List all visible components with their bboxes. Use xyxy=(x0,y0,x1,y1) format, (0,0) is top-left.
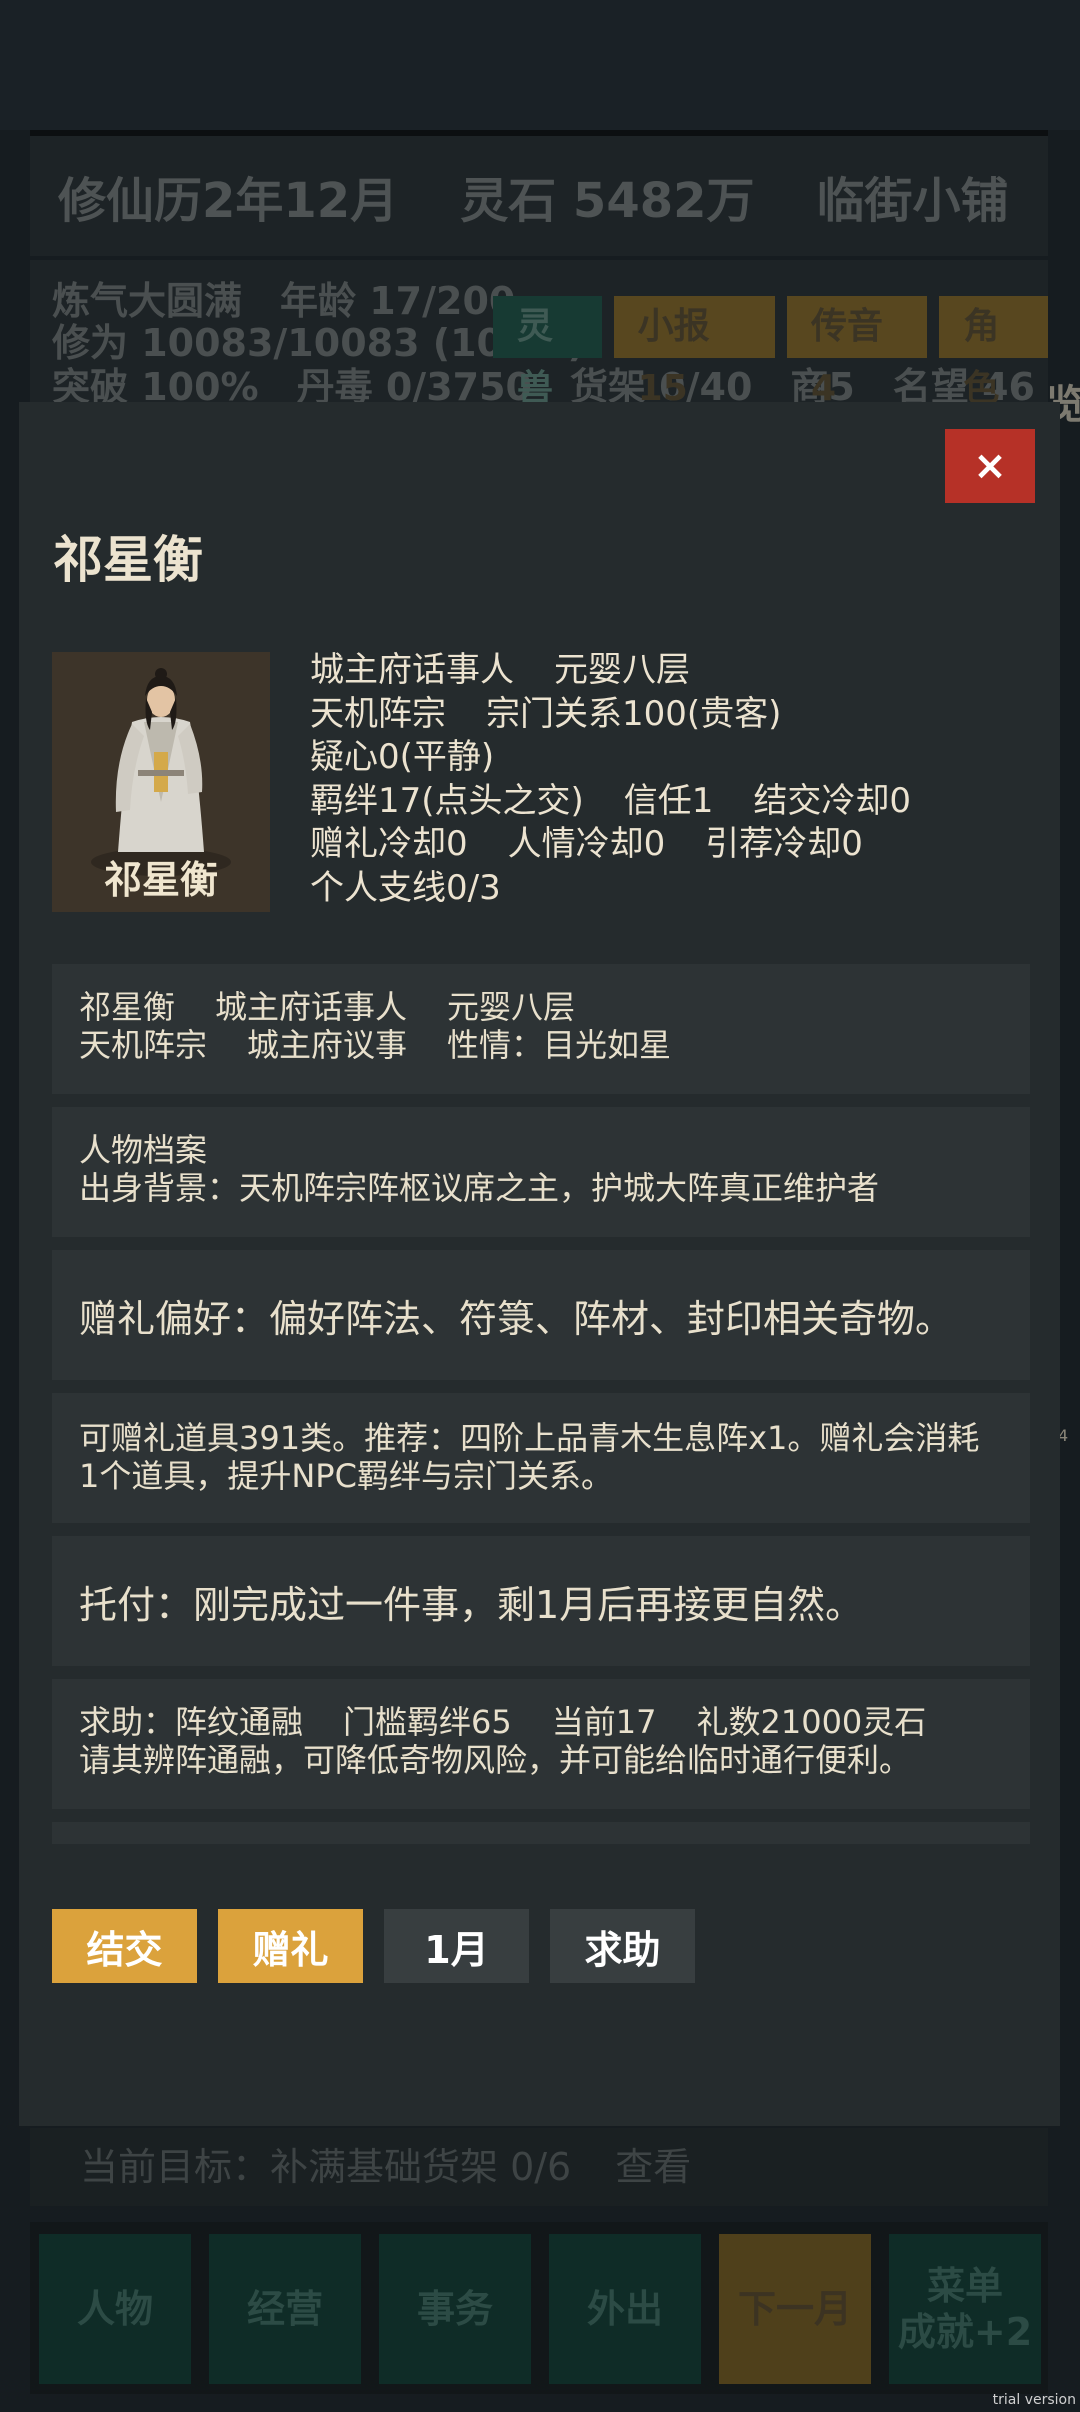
current-goal-bar: 当前目标：补满基础货架 0/6 查看 xyxy=(30,2128,1048,2206)
calendar-date: 修仙历2年12月 xyxy=(58,173,399,229)
help-cost: 礼数21000灵石 xyxy=(696,1703,927,1741)
gift-button[interactable]: 赠礼 xyxy=(218,1909,363,1983)
nav-menu-button[interactable]: 菜单 成就+2 xyxy=(889,2234,1041,2384)
portrait-name-caption: 祁星衡 xyxy=(103,858,218,902)
nav-business-button[interactable]: 经营 xyxy=(209,2234,361,2384)
identity-sect: 天机阵宗 xyxy=(79,1026,208,1064)
npc-realm: 元婴八层 xyxy=(554,650,690,690)
info-line-4: 羁绊17(点头之交) 信任1 结交冷却0 xyxy=(310,780,911,824)
shop-name: 临街小铺 xyxy=(816,173,1009,229)
gift-cooldown: 赠礼冷却0 xyxy=(310,824,468,864)
npc-sect: 天机阵宗 xyxy=(310,693,446,734)
info-line-1: 城主府话事人 元婴八层 xyxy=(310,649,911,693)
nav-outing-button[interactable]: 外出 xyxy=(549,2234,701,2384)
help-request-card: 求助：阵纹通融 门槛羁绊65 当前17 礼数21000灵石 请其辨阵通融，可降低奇物风… xyxy=(52,1679,1030,1809)
info-line-5: 赠礼冷却0 人情冷却0 引荐冷却0 xyxy=(310,823,911,867)
profile-background: 出身背景：天机阵宗阵枢议席之主，护城大阵真正维护者 xyxy=(79,1169,880,1207)
view-goal-link[interactable]: 查看 xyxy=(615,2145,691,2189)
suspicion-stat: 疑心0(平静) xyxy=(310,737,495,777)
identity-line-2: 天机阵宗 城主府议事 性情：目光如星 xyxy=(79,1026,1030,1064)
help-request-line-2: 请其辨阵通融，可降低奇物风险，并可能给临时通行便利。 xyxy=(79,1741,912,1779)
top-band xyxy=(0,0,1080,130)
nav-person-button[interactable]: 人物 xyxy=(39,2234,191,2384)
achievements-label: 成就+2 xyxy=(897,2310,1033,2354)
next-card-edge xyxy=(52,1822,1030,1844)
profile-card: 人物档案 出身背景：天机阵宗阵枢议席之主，护城大阵真正维护者 xyxy=(52,1107,1030,1237)
identity-name: 祁星衡 xyxy=(79,988,176,1026)
npc-portrait: 祁星衡 xyxy=(52,652,270,912)
npc-detail-modal: × 祁星衡 祁星衡 城主府话事人 元婴八层 天机阵宗 宗门关系100(贵客) 疑… xyxy=(19,402,1060,2126)
storyline-progress: 个人支线0/3 xyxy=(310,867,501,908)
nav-affairs-button[interactable]: 事务 xyxy=(379,2234,531,2384)
current-goal-text: 当前目标：补满基础货架 0/6 xyxy=(80,2145,572,2189)
npc-role: 城主府话事人 xyxy=(310,650,514,690)
sect-relation: 宗门关系100(贵客) xyxy=(486,693,782,734)
gift-preference-text: 赠礼偏好：偏好阵法、符箓、阵材、封印相关奇物。 xyxy=(79,1296,954,1341)
entrust-card: 托付：刚完成过一件事，剩1月后再接更自然。 xyxy=(52,1536,1030,1666)
giftable-items-card: 可赠礼道具391类。推荐：四阶上品青木生息阵x1。赠礼会消耗 1个道具，提升NP… xyxy=(52,1393,1030,1523)
spirit-stone-count: 灵石 5482万 xyxy=(460,173,755,229)
help-current: 当前17 xyxy=(551,1703,657,1741)
help-type: 求助：阵纹通融 xyxy=(79,1703,304,1741)
trial-watermark: trial version xyxy=(992,2392,1076,2408)
npc-name-title: 祁星衡 xyxy=(53,531,203,589)
gift-preference-card: 赠礼偏好：偏好阵法、符箓、阵材、封印相关奇物。 xyxy=(52,1250,1030,1380)
favor-cooldown: 人情冷却0 xyxy=(507,824,666,864)
befriend-button[interactable]: 结交 xyxy=(52,1909,197,1983)
help-button[interactable]: 求助 xyxy=(550,1909,695,1983)
npc-info-block: 城主府话事人 元婴八层 天机阵宗 宗门关系100(贵客) 疑心0(平静) 羁绊17(… xyxy=(310,649,911,910)
info-line-2: 天机阵宗 宗门关系100(贵客) xyxy=(310,693,911,737)
spirit-beast-button[interactable]: 灵兽 xyxy=(493,296,602,409)
quick-tags: 灵兽 小报 15 传音 4 角色 xyxy=(493,296,1048,409)
character-button[interactable]: 角色 xyxy=(939,296,1048,409)
nav-next-month-button[interactable]: 下一月 xyxy=(719,2234,871,2384)
trust-stat: 信任1 xyxy=(623,780,714,821)
help-request-line-1: 求助：阵纹通融 门槛羁绊65 当前17 礼数21000灵石 xyxy=(79,1703,1030,1741)
recommend-cooldown: 引荐冷却0 xyxy=(705,824,863,864)
befriend-cooldown: 结交冷却0 xyxy=(753,780,912,821)
month-entrust-button[interactable]: 1月 xyxy=(384,1909,529,1983)
entrust-text: 托付：刚完成过一件事，剩1月后再接更自然。 xyxy=(79,1582,864,1627)
close-button[interactable]: × xyxy=(945,429,1035,503)
player-stats-panel: 炼气大圆满 年龄 17/200 修为 10083/10083 (100%) 突破 … xyxy=(30,260,1048,410)
menu-label: 菜单 xyxy=(926,2264,1003,2308)
top-status-bar: 修仙历2年12月 灵石 5482万 临街小铺 xyxy=(30,130,1048,256)
identity-realm: 元婴八层 xyxy=(447,988,576,1026)
message-button[interactable]: 传音 4 xyxy=(787,296,928,409)
identity-temper: 性情：目光如星 xyxy=(447,1026,672,1064)
newspaper-button[interactable]: 小报 15 xyxy=(613,296,776,409)
identity-card: 祁星衡 城主府话事人 元婴八层 天机阵宗 城主府议事 性情：目光如星 xyxy=(52,964,1030,1094)
bottom-nav: 人物 经营 事务 外出 下一月 菜单 成就+2 xyxy=(30,2222,1048,2394)
identity-line-1: 祁星衡 城主府话事人 元婴八层 xyxy=(79,988,1030,1026)
help-threshold: 门槛羁绊65 xyxy=(343,1703,512,1741)
profile-title: 人物档案 xyxy=(79,1131,208,1169)
identity-duty: 城主府议事 xyxy=(247,1026,408,1064)
giftable-items-line-2: 1个道具，提升NPC羁绊与宗门关系。 xyxy=(79,1457,613,1495)
giftable-items-line-1: 可赠礼道具391类。推荐：四阶上品青木生息阵x1。赠礼会消耗 xyxy=(79,1419,980,1457)
bond-stat: 羁绊17(点头之交) xyxy=(310,780,584,821)
close-icon: × xyxy=(973,443,1007,489)
identity-role: 城主府话事人 xyxy=(215,988,408,1026)
